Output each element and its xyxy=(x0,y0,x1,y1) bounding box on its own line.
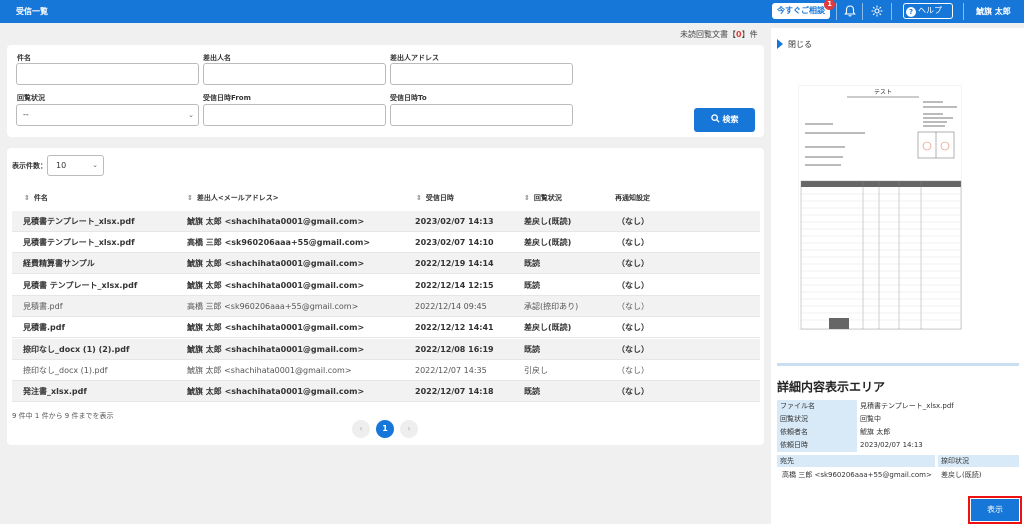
subject-input[interactable] xyxy=(16,63,199,85)
detail-requester-value: 鯱旗 太郎 xyxy=(860,428,891,436)
pager-prev-button[interactable]: ‹ xyxy=(352,420,370,438)
question-icon: ? xyxy=(906,7,916,17)
user-name[interactable]: 鯱旗 太郎 xyxy=(976,6,1011,17)
table-row[interactable]: 見積書.pdf 高橋 三郎 <sk960206aaa+55@gmail.com>… xyxy=(12,296,760,317)
stamp-status-header: 捺印状況 xyxy=(938,455,1019,467)
detail-file-value: 見積書テンプレート_xlsx.pdf xyxy=(860,402,954,410)
gear-icon[interactable] xyxy=(870,4,884,18)
search-button-label: 検索 xyxy=(722,115,739,124)
header-divider xyxy=(891,3,892,20)
sort-icon: ⇕ xyxy=(187,194,193,202)
collapse-arrow-icon xyxy=(777,39,783,49)
table-row[interactable]: 見積書 テンプレート_xlsx.pdf 鯱旗 太郎 <shachihata000… xyxy=(12,275,760,296)
column-header-renotify: 再通知設定 xyxy=(615,194,650,202)
from-date-input[interactable] xyxy=(203,104,386,126)
sort-icon: ⇕ xyxy=(416,194,422,202)
page-title: 受信一覧 xyxy=(16,7,48,16)
notification-badge: 1 xyxy=(824,0,835,10)
display-count-label: 表示件数： xyxy=(12,162,47,170)
table-row[interactable]: 捺印なし_docx (1).pdf 鯱旗 太郎 <shachihata0001@… xyxy=(12,360,760,381)
table-row[interactable]: 発注書_xlsx.pdf 鯱旗 太郎 <shachihata0001@gmail… xyxy=(12,381,760,402)
show-button[interactable]: 表示 xyxy=(971,499,1019,521)
table-row[interactable]: 捺印なし_docx (1) (2).pdf 鯱旗 太郎 <shachihata0… xyxy=(12,339,760,360)
bell-icon[interactable] xyxy=(843,4,857,18)
status-select-value: -- xyxy=(23,110,29,119)
help-label: ヘルプ xyxy=(918,6,942,15)
header-divider xyxy=(836,3,837,20)
pager-next-button[interactable]: › xyxy=(400,420,418,438)
detail-title: 詳細内容表示エリア xyxy=(777,380,886,394)
detail-status-label: 回覧状況 xyxy=(777,413,857,426)
table-row[interactable]: 経費精算書サンプル 鯱旗 太郎 <shachihata0001@gmail.co… xyxy=(12,253,760,274)
sort-icon: ⇕ xyxy=(524,194,530,202)
result-count: 9 件中 1 件から 9 件までを表示 xyxy=(12,412,114,420)
chevron-down-icon: ⌄ xyxy=(188,111,194,119)
header-divider xyxy=(963,3,964,20)
pager-page-1[interactable]: 1 xyxy=(376,420,394,438)
section-divider xyxy=(777,363,1019,366)
table-row[interactable]: 見積書テンプレート_xlsx.pdf 高橋 三郎 <sk960206aaa+55… xyxy=(12,232,760,253)
sender-name-input[interactable] xyxy=(203,63,386,85)
help-button[interactable]: ? ヘルプ xyxy=(903,3,953,19)
display-count-value: 10 xyxy=(56,161,67,170)
consult-button[interactable]: 今すぐご相談 1 xyxy=(772,0,835,19)
column-header-sender[interactable]: ⇕ 差出人<メールアドレス> xyxy=(187,193,279,203)
table-row[interactable]: 見積書テンプレート_xlsx.pdf 鯱旗 太郎 <shachihata0001… xyxy=(12,211,760,232)
detail-requester-label: 依頼者名 xyxy=(777,426,857,439)
sort-icon: ⇕ xyxy=(24,194,30,202)
document-thumbnail: テスト xyxy=(800,89,962,330)
destination-header: 宛先 xyxy=(777,455,935,467)
column-header-status[interactable]: ⇕ 回覧状況 xyxy=(524,193,562,203)
detail-file-label: ファイル名 xyxy=(777,400,857,413)
detail-date-value: 2023/02/07 14:13 xyxy=(860,441,923,449)
sender-address-input[interactable] xyxy=(390,63,573,85)
column-header-subject[interactable]: ⇕ 件名 xyxy=(24,193,48,203)
status-label: 回覧状況 xyxy=(17,94,45,102)
to-date-input[interactable] xyxy=(390,104,573,126)
detail-status-value: 回覧中 xyxy=(860,415,881,423)
doc-title: テスト xyxy=(874,89,892,96)
sender-address-label: 差出人アドレス xyxy=(390,54,439,62)
search-icon xyxy=(710,114,720,123)
chevron-down-icon: ⌄ xyxy=(92,161,98,169)
status-select[interactable]: -- ⌄ xyxy=(16,104,199,126)
display-count-select[interactable]: 10 ⌄ xyxy=(47,155,104,176)
consult-label: 今すぐご相談 xyxy=(777,6,825,15)
close-panel-button[interactable]: 閉じる xyxy=(777,39,812,50)
search-button[interactable]: 検索 xyxy=(694,108,755,132)
header-divider xyxy=(862,3,863,20)
column-header-date[interactable]: ⇕ 受信日時 xyxy=(416,193,454,203)
detail-date-label: 依頼日時 xyxy=(777,439,857,452)
sender-name-label: 差出人名 xyxy=(203,54,231,62)
unread-count: 未読回覧文書【0】件 xyxy=(680,30,758,39)
subject-label: 件名 xyxy=(17,54,31,62)
document-preview[interactable]: テスト xyxy=(798,85,962,330)
from-date-label: 受信日時From xyxy=(203,94,251,102)
to-date-label: 受信日時To xyxy=(390,94,427,102)
top-header: 受信一覧 今すぐご相談 1 ? ヘルプ 鯱旗 太郎 xyxy=(0,0,1024,23)
table-row[interactable]: 見積書.pdf 鯱旗 太郎 <shachihata0001@gmail.com>… xyxy=(12,317,760,338)
stamp-status-value: 差戻し(既読) xyxy=(941,471,982,479)
destination-value: 高橋 三郎 <sk960206aaa+55@gmail.com> xyxy=(782,471,932,479)
